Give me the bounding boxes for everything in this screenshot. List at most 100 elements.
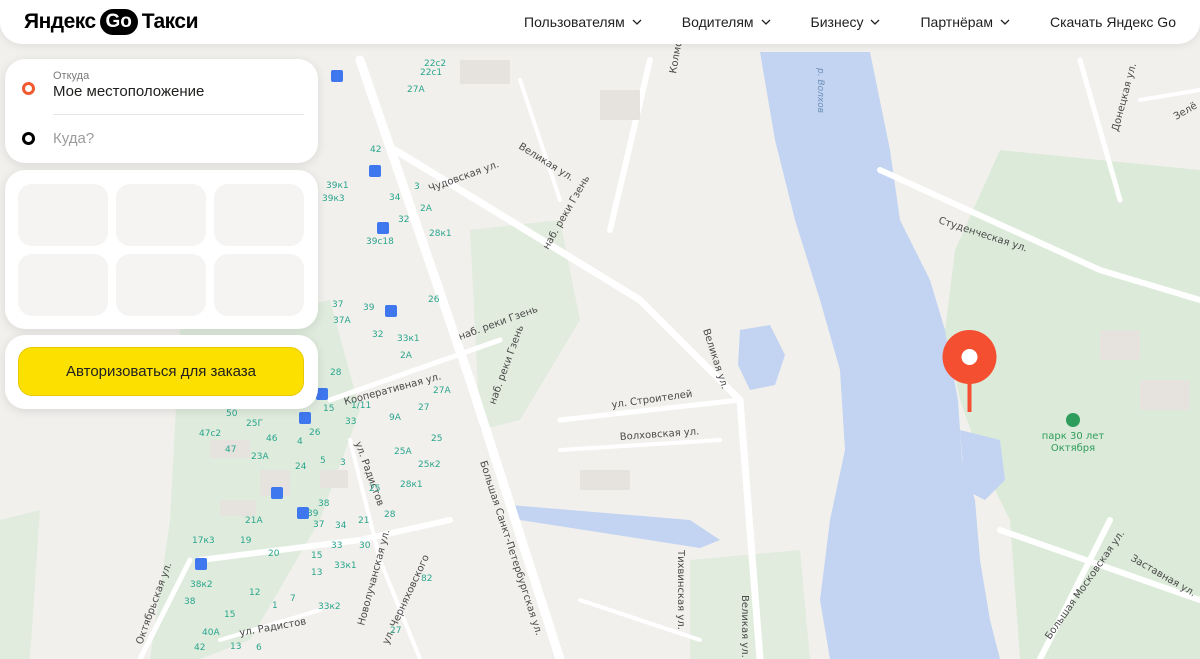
tariff-card-placeholder[interactable] xyxy=(18,254,108,316)
house-number-label: 39с18 xyxy=(366,237,394,247)
chevron-down-icon xyxy=(871,19,880,25)
top-nav: Пользователям Водителям Бизнесу Партнёра… xyxy=(484,0,1176,44)
house-number-label: 6 xyxy=(256,643,262,653)
house-number-label: 46 xyxy=(266,434,278,444)
house-number-label: 28к1 xyxy=(400,480,423,490)
house-number-label: 38 xyxy=(318,499,330,509)
house-number-label: 7 xyxy=(290,594,296,604)
nav-drivers-label: Водителям xyxy=(681,14,754,30)
house-number-label: 40А xyxy=(202,628,220,638)
house-number-label: 34 xyxy=(389,193,401,203)
house-number-label: 25Г xyxy=(246,419,263,429)
house-number-label: 30 xyxy=(359,541,371,551)
house-number-label: 24 xyxy=(295,462,307,472)
tariff-card-placeholder[interactable] xyxy=(214,254,304,316)
nav-download-app[interactable]: Скачать Яндекс Go xyxy=(1050,14,1176,30)
house-number-label: 1 xyxy=(272,601,278,611)
route-from-field[interactable]: Откуда Мое местоположение xyxy=(5,63,318,115)
house-number-label: 15 xyxy=(311,551,322,561)
header: Яндекс Go Такси Пользователям Водителям … xyxy=(0,0,1200,44)
water-label: р. Волхов xyxy=(815,67,825,113)
tariff-card-placeholder[interactable] xyxy=(18,184,108,246)
route-from-value: Мое местоположение xyxy=(53,83,205,100)
house-number-label: 28к1 xyxy=(429,229,452,239)
house-number-label: 17к3 xyxy=(192,536,215,546)
nav-users[interactable]: Пользователям xyxy=(524,14,642,30)
house-number-label: 27А xyxy=(407,85,425,95)
nav-partners[interactable]: Партнёрам xyxy=(920,14,1010,30)
house-number-label: 34 xyxy=(335,521,347,531)
house-number-label: 47с2 xyxy=(199,429,221,439)
house-number-label: 33к1 xyxy=(397,334,420,344)
house-number-label: 15 xyxy=(323,404,334,414)
destination-dot-icon xyxy=(22,132,35,145)
house-number-label: 28 xyxy=(384,510,396,520)
house-number-label: 39к1 xyxy=(326,181,349,191)
house-number-label: 22с1 xyxy=(420,68,442,78)
yandex-go-taxi-logo[interactable]: Яндекс Go Такси xyxy=(24,8,199,36)
house-number-label: 33к1 xyxy=(334,561,357,571)
destination-pin[interactable] xyxy=(941,330,998,415)
house-number-label: 13 xyxy=(311,568,322,578)
house-number-label: 9А xyxy=(389,413,402,423)
park-label-line1: парк 30 лет xyxy=(1042,431,1105,442)
house-number-label: 33 xyxy=(345,417,356,427)
route-to-field[interactable] xyxy=(5,113,318,161)
house-number-label: 1/11 xyxy=(351,401,371,411)
house-number-label: 3 xyxy=(340,458,346,468)
house-number-label: 37 xyxy=(332,300,343,310)
house-number-label: 21 xyxy=(358,516,369,526)
street-label: Великая ул. xyxy=(739,595,750,658)
house-number-label: 28 xyxy=(330,368,342,378)
house-number-label: 20 xyxy=(268,549,280,559)
house-number-label: 2А xyxy=(420,204,433,214)
park-label-line2: Октября xyxy=(1051,443,1095,454)
house-number-label: 42 xyxy=(370,145,381,155)
tariff-card-placeholder[interactable] xyxy=(214,184,304,246)
house-number-label: 25к2 xyxy=(418,460,441,470)
house-number-label: 4 xyxy=(297,437,303,447)
route-from-caption: Откуда xyxy=(53,70,90,82)
nav-business[interactable]: Бизнесу xyxy=(811,14,881,30)
house-number-label: 42 xyxy=(194,643,205,653)
chevron-down-icon xyxy=(761,19,770,25)
park-icon xyxy=(1066,413,1080,427)
chevron-down-icon xyxy=(1000,19,1010,25)
order-panel: Авторизоваться для заказа xyxy=(5,335,318,409)
house-number-label: 47 xyxy=(225,445,236,455)
house-number-label: 25А xyxy=(394,447,412,457)
street-label: Тихвинская ул. xyxy=(675,549,686,630)
tariff-card-placeholder[interactable] xyxy=(116,254,206,316)
house-number-label: 3 xyxy=(414,182,420,192)
nav-business-label: Бизнесу xyxy=(810,14,864,30)
authorize-to-order-button[interactable]: Авторизоваться для заказа xyxy=(18,347,304,396)
house-number-label: 32 xyxy=(398,215,409,225)
house-number-label: 82 xyxy=(421,574,432,584)
house-number-label: 2А xyxy=(400,351,413,361)
nav-partners-label: Партнёрам xyxy=(920,14,993,30)
house-number-label: 39к3 xyxy=(322,194,345,204)
house-number-label: 39 xyxy=(363,303,375,313)
house-number-label: 26 xyxy=(428,295,440,305)
house-number-label: 23А xyxy=(251,452,269,462)
chevron-down-icon xyxy=(632,19,642,25)
house-number-label: 12 xyxy=(249,588,260,598)
route-panel: Откуда Мое местоположение xyxy=(5,59,318,163)
house-number-label: 26 xyxy=(309,428,321,438)
house-number-label: 38к2 xyxy=(190,580,213,590)
house-number-label: 33 xyxy=(331,541,342,551)
house-number-label: 27 xyxy=(390,626,401,636)
house-number-label: 25 xyxy=(431,434,442,444)
house-number-label: 33к2 xyxy=(318,602,341,612)
nav-users-label: Пользователям xyxy=(524,14,625,30)
logo-go-badge: Go xyxy=(99,9,138,35)
route-to-input[interactable] xyxy=(53,127,303,149)
house-number-label: 21А xyxy=(245,516,263,526)
house-number-label: 38 xyxy=(184,597,196,607)
nav-drivers[interactable]: Водителям xyxy=(682,14,771,30)
nav-download-app-label: Скачать Яндекс Go xyxy=(1049,14,1176,30)
house-number-label: 37А xyxy=(333,316,351,326)
house-number-label: 50 xyxy=(226,409,238,419)
tariff-card-placeholder[interactable] xyxy=(116,184,206,246)
house-number-label: 25 xyxy=(369,484,380,494)
